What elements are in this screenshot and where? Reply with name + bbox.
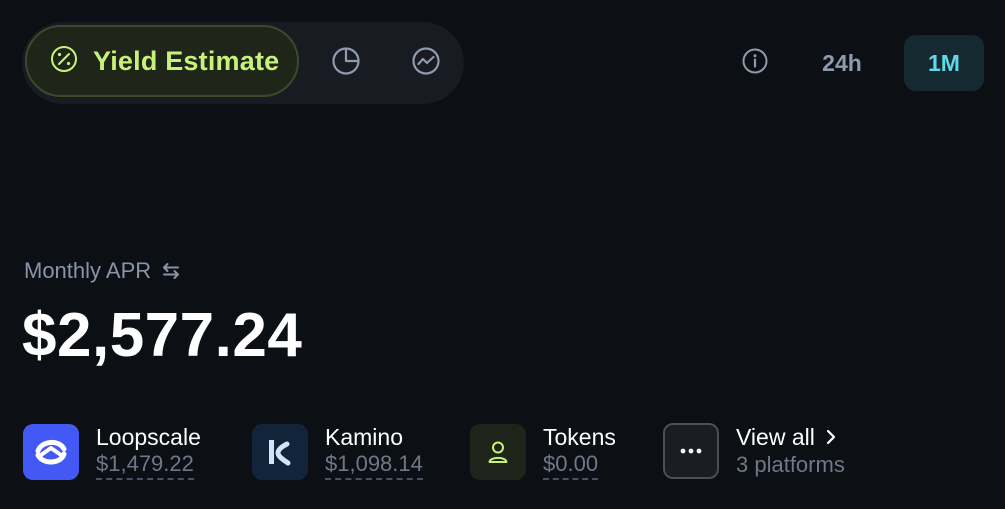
apr-header: Monthly APR xyxy=(24,258,182,284)
wallet-user-icon xyxy=(470,423,526,480)
platform-value: $1,098.14 xyxy=(325,451,423,480)
platform-loopscale[interactable]: Loopscale $1,479.22 xyxy=(23,423,201,480)
pie-chart-icon xyxy=(330,45,362,82)
view-all-platforms[interactable]: View all 3 platforms xyxy=(663,423,845,479)
chevron-right-icon xyxy=(825,428,837,446)
platform-kamino[interactable]: Kamino $1,098.14 xyxy=(252,423,423,480)
view-tab-group: Yield Estimate xyxy=(22,22,464,104)
apr-value: $2,577.24 xyxy=(22,301,303,370)
yield-panel: Yield Estimate 24h 1M Monthly APR $2,577… xyxy=(0,0,1005,509)
info-button[interactable] xyxy=(735,43,775,83)
line-chart-icon xyxy=(410,45,442,82)
kamino-logo-icon xyxy=(252,423,308,480)
tab-performance[interactable] xyxy=(406,43,446,83)
more-icon xyxy=(663,423,719,479)
tab-yield-estimate-label: Yield Estimate xyxy=(93,45,280,76)
range-1m-button[interactable]: 1M xyxy=(904,35,984,91)
range-24h-button[interactable]: 24h xyxy=(800,35,884,91)
info-icon xyxy=(741,47,769,80)
apr-label: Monthly APR xyxy=(24,258,152,283)
platform-name: Loopscale xyxy=(96,424,201,450)
view-all-label: View all xyxy=(736,424,815,450)
platform-name: Kamino xyxy=(325,424,403,450)
tab-allocation[interactable] xyxy=(326,43,366,83)
loopscale-logo-icon xyxy=(23,423,79,480)
platform-tokens[interactable]: Tokens $0.00 xyxy=(470,423,616,480)
platform-name: Tokens xyxy=(543,424,616,450)
tab-yield-estimate[interactable]: Yield Estimate xyxy=(25,25,299,97)
percent-icon xyxy=(49,44,79,79)
platform-value: $0.00 xyxy=(543,451,599,480)
view-all-count: 3 platforms xyxy=(736,452,845,477)
platform-value: $1,479.22 xyxy=(96,451,194,480)
swap-icon[interactable] xyxy=(160,261,182,281)
